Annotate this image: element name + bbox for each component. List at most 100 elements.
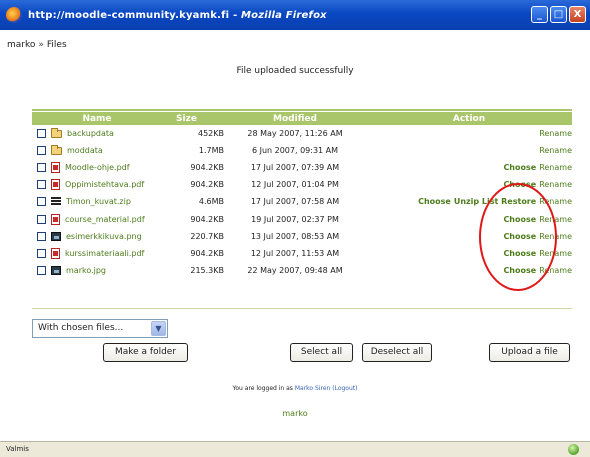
action-cell: Choose Rename xyxy=(366,159,572,176)
size-cell: 452KB xyxy=(197,129,224,139)
row-checkbox-cell xyxy=(32,142,46,159)
pdf-icon xyxy=(51,247,60,259)
table-bottom-border xyxy=(32,308,572,309)
table-row: moddata 1.7MB 6 Jun 2007, 09:31 AM Rename xyxy=(32,142,572,159)
file-name-link[interactable]: course_material.pdf xyxy=(65,215,145,224)
window-controls: _ □ X xyxy=(531,6,586,23)
size-cell: 1.7MB xyxy=(198,146,224,156)
rename-link[interactable]: Rename xyxy=(539,146,572,155)
login-prefix: You are logged in as xyxy=(232,385,293,392)
action-cell: Rename xyxy=(366,142,572,159)
row-checkbox[interactable] xyxy=(37,163,46,173)
title-app: Mozilla Firefox xyxy=(241,9,327,21)
header-size[interactable]: Size xyxy=(149,112,224,125)
name-cell: marko.jpg xyxy=(45,262,149,279)
logout-link[interactable]: (Logout) xyxy=(332,385,357,392)
login-user-link[interactable]: Marko Siren xyxy=(295,385,330,392)
upload-success-notice: File uploaded successfully xyxy=(236,66,354,76)
select-all-button[interactable]: Select all xyxy=(290,343,353,362)
breadcrumb-user-link[interactable]: marko xyxy=(7,40,35,50)
name-cell: course_material.pdf xyxy=(45,210,149,227)
pdf-icon xyxy=(51,213,60,225)
footer-user-link[interactable]: marko xyxy=(0,409,590,418)
window-title: http://moodle-community.kyamk.fi - Mozil… xyxy=(28,10,327,21)
name-cell: Moodle-ohje.pdf xyxy=(45,159,149,176)
image-icon xyxy=(51,231,61,241)
file-name-link[interactable]: Moodle-ohje.pdf xyxy=(65,163,130,172)
rename-link[interactable]: Rename xyxy=(539,180,572,189)
table-header-row: Name Size Modified Action xyxy=(32,112,572,125)
name-cell: backupdata xyxy=(45,125,149,142)
row-checkbox[interactable] xyxy=(37,231,46,241)
row-checkbox-cell xyxy=(32,245,46,262)
title-url: http://moodle-community.kyamk.fi xyxy=(28,9,230,21)
row-checkbox[interactable] xyxy=(37,180,46,190)
action-cell: Choose Rename xyxy=(366,176,572,193)
size-cell: 904.2KB xyxy=(190,248,224,258)
with-chosen-files-select[interactable]: With chosen files... ▼ xyxy=(32,319,168,338)
table-row: Moodle-ohje.pdf 904.2KB 17 Jul 2007, 07:39… xyxy=(32,159,572,176)
size-cell: 220.7KB xyxy=(190,231,224,241)
folder-icon xyxy=(51,144,62,155)
title-bar: http://moodle-community.kyamk.fi - Mozil… xyxy=(0,0,590,30)
row-checkbox-cell xyxy=(32,262,46,279)
header-check xyxy=(32,112,45,125)
file-name-link[interactable]: Oppimistehtava.pdf xyxy=(65,180,144,189)
header-name[interactable]: Name xyxy=(45,112,149,125)
name-cell: esimerkkikuva.png xyxy=(45,228,149,245)
modified-cell: 12 Jul 2007, 01:04 PM xyxy=(251,180,339,190)
header-modified[interactable]: Modified xyxy=(224,112,366,125)
table-top-border xyxy=(32,109,572,111)
status-ok-icon xyxy=(568,444,579,455)
image-icon xyxy=(51,265,61,275)
maximize-button[interactable]: □ xyxy=(550,6,567,23)
upload-file-button[interactable]: Upload a file xyxy=(489,343,570,362)
rename-link[interactable]: Rename xyxy=(539,129,572,138)
size-cell: 215.3KB xyxy=(190,265,224,275)
name-cell: Timon_kuvat.zip xyxy=(45,193,149,210)
size-cell: 904.2KB xyxy=(190,180,224,190)
row-checkbox-cell xyxy=(32,159,46,176)
status-bar: Valmis xyxy=(0,441,590,457)
name-cell: moddata xyxy=(45,142,149,159)
choose-link[interactable]: Choose xyxy=(503,163,536,172)
breadcrumb-current: Files xyxy=(46,40,67,50)
modified-cell: 17 Jul 2007, 07:39 AM xyxy=(250,163,340,173)
annotation-circle xyxy=(479,183,557,291)
header-action: Action xyxy=(366,112,572,125)
deselect-all-button[interactable]: Deselect all xyxy=(362,343,432,362)
zip-icon xyxy=(51,197,61,207)
row-checkbox[interactable] xyxy=(37,129,46,139)
name-cell: Oppimistehtava.pdf xyxy=(45,176,149,193)
close-button[interactable]: X xyxy=(569,6,586,23)
row-checkbox[interactable] xyxy=(37,146,46,156)
file-name-link[interactable]: Timon_kuvat.zip xyxy=(66,197,131,206)
folder-icon xyxy=(51,127,62,138)
row-checkbox[interactable] xyxy=(37,265,46,275)
table-row: Oppimistehtava.pdf 904.2KB 12 Jul 2007, 01… xyxy=(32,176,572,193)
file-name-link[interactable]: backupdata xyxy=(67,129,114,138)
modified-cell: 6 Jun 2007, 09:31 AM xyxy=(251,146,339,156)
title-separator: - xyxy=(229,9,241,21)
chevron-down-icon[interactable]: ▼ xyxy=(151,321,166,336)
file-name-link[interactable]: moddata xyxy=(67,146,103,155)
size-cell: 4.6MB xyxy=(198,197,224,207)
name-cell: kurssimateriaali.pdf xyxy=(45,245,149,262)
file-name-link[interactable]: marko.jpg xyxy=(66,266,106,275)
row-checkbox-cell xyxy=(32,176,46,193)
file-name-link[interactable]: esimerkkikuva.png xyxy=(66,232,142,241)
row-checkbox[interactable] xyxy=(37,197,46,207)
minimize-button[interactable]: _ xyxy=(531,6,548,23)
rename-link[interactable]: Rename xyxy=(539,163,572,172)
breadcrumb-separator: » xyxy=(38,40,44,50)
modified-cell: 28 May 2007, 11:26 AM xyxy=(247,129,343,139)
status-text: Valmis xyxy=(6,445,29,453)
make-folder-button[interactable]: Make a folder xyxy=(103,343,188,362)
file-name-link[interactable]: kurssimateriaali.pdf xyxy=(65,249,144,258)
size-cell: 904.2KB xyxy=(190,163,224,173)
modified-cell: 12 Jul 2007, 11:53 AM xyxy=(250,248,340,258)
row-checkbox[interactable] xyxy=(37,214,46,224)
row-checkbox[interactable] xyxy=(37,248,46,258)
size-cell: 904.2KB xyxy=(190,214,224,224)
choose-link[interactable]: Choose xyxy=(418,197,451,206)
